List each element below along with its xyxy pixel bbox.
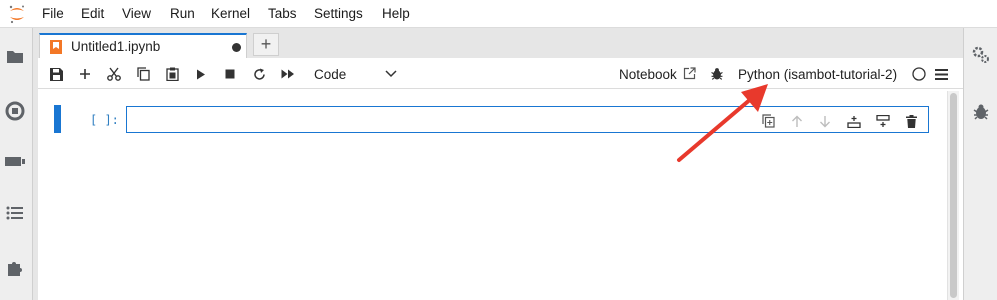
property-inspector-icon[interactable] (970, 44, 992, 66)
move-down-icon[interactable] (816, 112, 834, 130)
running-icon[interactable] (4, 100, 26, 122)
debugger-icon[interactable] (970, 101, 992, 123)
toc-icon[interactable] (4, 202, 26, 224)
stop-icon[interactable] (220, 64, 240, 84)
open-in-notebook-button[interactable]: Notebook (619, 67, 677, 82)
menu-view[interactable]: View (122, 6, 151, 21)
active-cell-indicator (54, 105, 61, 133)
cell-type-select[interactable]: Code (314, 67, 346, 82)
right-sidebar (963, 28, 997, 300)
run-icon[interactable] (191, 64, 211, 84)
menu-icon[interactable] (931, 64, 951, 84)
document-tab-bar: Untitled1.ipynb + (34, 28, 963, 59)
add-tab-button[interactable]: + (253, 33, 279, 56)
annotation-arrow-icon (677, 84, 768, 162)
jupyter-logo[interactable] (8, 4, 26, 24)
save-icon[interactable] (46, 64, 66, 84)
menu-tabs[interactable]: Tabs (268, 6, 297, 21)
notebook-icon (50, 40, 62, 54)
tabs-icon[interactable] (4, 150, 26, 172)
kernel-status-idle-icon (909, 64, 929, 84)
cut-icon[interactable] (104, 64, 124, 84)
menu-settings[interactable]: Settings (314, 6, 363, 21)
copy-icon[interactable] (133, 64, 153, 84)
restart-icon[interactable] (249, 64, 269, 84)
scrollbar-thumb[interactable] (950, 93, 957, 298)
menu-kernel[interactable]: Kernel (211, 6, 250, 21)
insert-below-icon[interactable] (874, 112, 892, 130)
unsaved-dot-icon[interactable] (232, 43, 241, 52)
tab-title: Untitled1.ipynb (71, 39, 161, 54)
insert-above-icon[interactable] (845, 112, 863, 130)
menu-edit[interactable]: Edit (81, 6, 104, 21)
add-cell-icon[interactable] (75, 64, 95, 84)
restart-run-all-icon[interactable] (278, 64, 298, 84)
folder-icon[interactable] (4, 45, 26, 67)
menu-run[interactable]: Run (170, 6, 195, 21)
left-sidebar (0, 28, 33, 300)
tab-notebook[interactable]: Untitled1.ipynb (39, 33, 247, 59)
chevron-down-icon[interactable] (381, 64, 401, 84)
menu-file[interactable]: File (42, 6, 64, 21)
delete-cell-icon[interactable] (902, 112, 920, 130)
paste-icon[interactable] (162, 64, 182, 84)
input-prompt: [ ]: (90, 113, 119, 127)
notebook-panel: Code Notebook Python (isambot-tutorial-2… (38, 58, 963, 300)
extension-icon[interactable] (4, 257, 26, 279)
menu-bar: File Edit View Run Kernel Tabs Settings … (0, 0, 997, 28)
menu-help[interactable]: Help (382, 6, 410, 21)
move-up-icon[interactable] (788, 112, 806, 130)
vertical-scrollbar[interactable] (947, 91, 959, 300)
notebook-toolbar: Code Notebook Python (isambot-tutorial-2… (38, 58, 963, 89)
code-cell-editor[interactable] (126, 106, 929, 133)
